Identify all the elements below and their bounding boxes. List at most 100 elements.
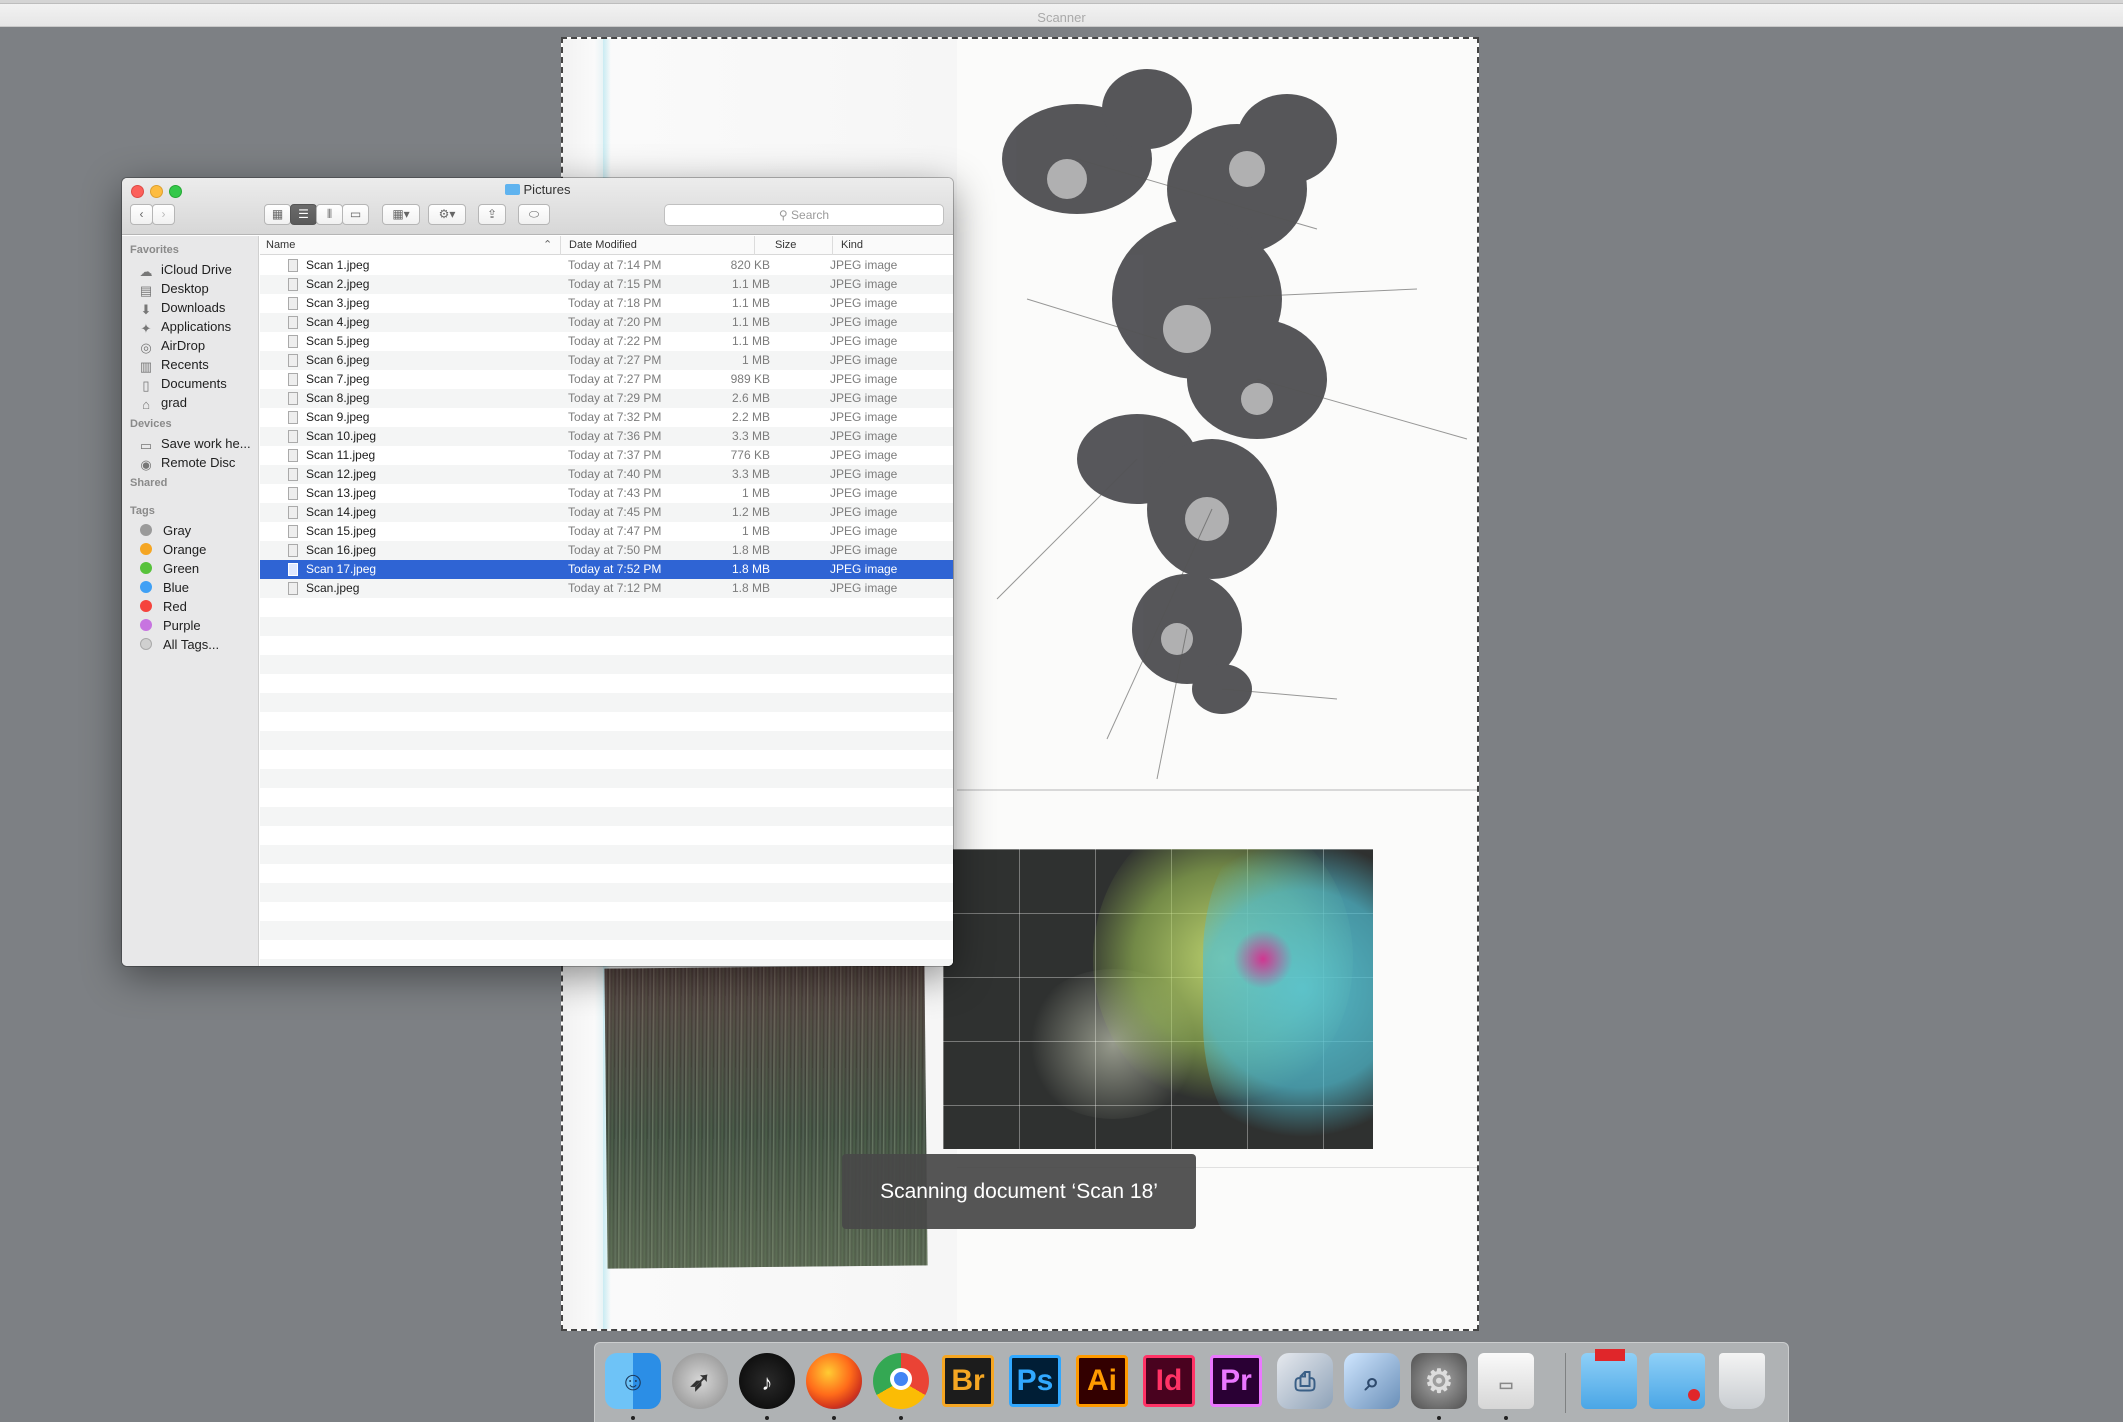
sidebar-item-documents[interactable]: ▯ Documents: [138, 374, 258, 394]
chrome-dock-icon[interactable]: [873, 1353, 929, 1409]
file-row[interactable]: Scan 11.jpeg Today at 7:37 PM 776 KB JPEG i…: [260, 446, 953, 465]
tag-button[interactable]: ⬭: [518, 204, 550, 225]
dashboard-dock-icon[interactable]: ♪: [739, 1353, 795, 1409]
file-name: Scan 17.jpeg: [306, 562, 377, 576]
sidebar-item-downloads[interactable]: ⬇ Downloads: [138, 298, 258, 318]
sidebar-item-home[interactable]: ⌂ grad: [138, 393, 258, 413]
bridge-dock-icon[interactable]: Br: [942, 1355, 994, 1407]
gallery-view-button[interactable]: ▭: [342, 204, 369, 225]
jpeg-file-icon: [288, 544, 298, 557]
file-row[interactable]: Scan 7.jpeg Today at 7:27 PM 989 KB JPEG im…: [260, 370, 953, 389]
file-row[interactable]: Scan 4.jpeg Today at 7:20 PM 1.1 MB JPEG im…: [260, 313, 953, 332]
group-by-button[interactable]: ▦▾: [382, 204, 420, 225]
firefox-dock-icon[interactable]: [806, 1353, 862, 1409]
file-date-modified: Today at 7:27 PM: [568, 372, 662, 386]
file-row[interactable]: Scan 3.jpeg Today at 7:18 PM 1.1 MB JPEG im…: [260, 294, 953, 313]
document-icon: ▯: [142, 378, 150, 393]
file-kind: JPEG image: [830, 524, 898, 538]
columns-icon: ⫴: [326, 207, 333, 221]
tag-dot-icon: [140, 581, 152, 593]
sidebar-tag-red[interactable]: Red: [138, 597, 258, 617]
file-row[interactable]: Scan 2.jpeg Today at 7:15 PM 1.1 MB JPEG im…: [260, 275, 953, 294]
sidebar-tag-green[interactable]: Green: [138, 559, 258, 579]
search-input[interactable]: ⚲ Search: [664, 204, 944, 226]
trash-dock-icon[interactable]: [1719, 1353, 1765, 1409]
file-row[interactable]: Scan 12.jpeg Today at 7:40 PM 3.3 MB JPEG i…: [260, 465, 953, 484]
sidebar-item-recents[interactable]: ▥ Recents: [138, 355, 258, 375]
sidebar-tag-purple[interactable]: Purple: [138, 616, 258, 636]
finder-dock-icon[interactable]: ☺: [605, 1353, 661, 1409]
share-button[interactable]: ⇪: [478, 204, 506, 225]
file-row[interactable]: Scan.jpeg Today at 7:12 PM 1.8 MB JPEG imag…: [260, 579, 953, 598]
sidebar-tag-orange[interactable]: Orange: [138, 540, 258, 560]
jpeg-file-icon: [288, 259, 298, 272]
running-indicator: [1437, 1416, 1441, 1420]
scanner-window-titlebar: Scanner: [0, 0, 2123, 27]
sidebar-item-disk[interactable]: ▭ Save work he...: [138, 434, 258, 454]
file-name: Scan 3.jpeg: [306, 296, 370, 310]
column-view-button[interactable]: ⫴: [316, 204, 343, 225]
photoshop-dock-icon[interactable]: Ps: [1009, 1355, 1061, 1407]
sidebar-item-desktop[interactable]: ▤ Desktop: [138, 279, 258, 299]
file-kind: JPEG image: [830, 258, 898, 272]
file-row[interactable]: Scan 13.jpeg Today at 7:43 PM 1 MB JPEG ima…: [260, 484, 953, 503]
dock: ☺ ➶ ♪ Br Ps Ai Id Pr ⎙ ⌕ ⚙ ▭: [594, 1342, 1789, 1422]
launchpad-dock-icon[interactable]: ➶: [672, 1353, 728, 1409]
file-rows: Scan 1.jpeg Today at 7:14 PM 820 KB JPEG im…: [260, 256, 953, 966]
file-kind: JPEG image: [830, 543, 898, 557]
indesign-dock-icon[interactable]: Id: [1143, 1355, 1195, 1407]
list-view-button[interactable]: ☰: [290, 204, 317, 225]
file-row[interactable]: Scan 15.jpeg Today at 7:47 PM 1 MB JPEG ima…: [260, 522, 953, 541]
sidebar-item-icloud-drive[interactable]: ☁ iCloud Drive: [138, 260, 258, 280]
file-row[interactable]: Scan 8.jpeg Today at 7:29 PM 2.6 MB JPEG im…: [260, 389, 953, 408]
file-row[interactable]: Scan 10.jpeg Today at 7:36 PM 3.3 MB JPEG i…: [260, 427, 953, 446]
tag-dot-icon: [140, 562, 152, 574]
action-button[interactable]: ⚙▾: [428, 204, 466, 225]
list-header: Name ⌃ Date Modified Size Kind: [260, 236, 953, 255]
sidebar-tag-gray[interactable]: Gray: [138, 521, 258, 541]
file-date-modified: Today at 7:32 PM: [568, 410, 662, 424]
file-row[interactable]: Scan 9.jpeg Today at 7:32 PM 2.2 MB JPEG im…: [260, 408, 953, 427]
image-capture-dock-icon[interactable]: ⎙: [1277, 1353, 1333, 1409]
jpeg-file-icon: [288, 563, 298, 576]
file-name: Scan 15.jpeg: [306, 524, 377, 538]
file-row[interactable]: Scan 16.jpeg Today at 7:50 PM 1.8 MB JPEG i…: [260, 541, 953, 560]
column-header-size[interactable]: Size: [775, 239, 796, 251]
sidebar-item-remote-disc[interactable]: ◉ Remote Disc: [138, 453, 258, 473]
premiere-dock-icon[interactable]: Pr: [1210, 1355, 1262, 1407]
file-name: Scan 6.jpeg: [306, 353, 370, 367]
sidebar-item-airdrop[interactable]: ◎ AirDrop: [138, 336, 258, 356]
icon-view-button[interactable]: ▦: [264, 204, 291, 225]
file-date-modified: Today at 7:29 PM: [568, 391, 662, 405]
sidebar-tag-blue[interactable]: Blue: [138, 578, 258, 598]
downloads-folder-dock-icon[interactable]: [1649, 1353, 1705, 1409]
finder-window[interactable]: Pictures ‹ › ▦ ☰ ⫴ ▭ ▦▾ ⚙▾ ⇪ ⬭ ⚲ Search …: [122, 178, 953, 966]
file-row[interactable]: Scan 5.jpeg Today at 7:22 PM 1.1 MB JPEG im…: [260, 332, 953, 351]
disc-icon: ◉: [140, 457, 152, 472]
desktop-icon: ▤: [139, 283, 153, 298]
preview-dock-icon[interactable]: ⌕: [1344, 1353, 1400, 1409]
scanned-photo-scatter: [943, 849, 1373, 1149]
file-list[interactable]: Name ⌃ Date Modified Size Kind Scan 1.jp…: [260, 236, 953, 966]
sidebar-tag-all[interactable]: All Tags...: [138, 635, 258, 655]
file-kind: JPEG image: [830, 486, 898, 500]
file-row[interactable]: Scan 6.jpeg Today at 7:27 PM 1 MB JPEG imag…: [260, 351, 953, 370]
illustrator-dock-icon[interactable]: Ai: [1076, 1355, 1128, 1407]
forward-button[interactable]: ›: [152, 204, 175, 225]
file-row[interactable]: Scan 14.jpeg Today at 7:45 PM 1.2 MB JPEG i…: [260, 503, 953, 522]
system-preferences-dock-icon[interactable]: ⚙: [1411, 1353, 1467, 1409]
drive-dock-icon[interactable]: ▭: [1478, 1353, 1534, 1409]
column-header-kind[interactable]: Kind: [841, 239, 863, 251]
column-header-name[interactable]: Name: [266, 239, 295, 251]
jpeg-file-icon: [288, 430, 298, 443]
folder-icon: [504, 184, 520, 195]
back-button[interactable]: ‹: [130, 204, 153, 225]
file-size: 1 MB: [741, 524, 770, 538]
column-header-date-modified[interactable]: Date Modified: [569, 239, 637, 251]
file-row[interactable]: Scan 17.jpeg Today at 7:52 PM 1.8 MB JPEG i…: [260, 560, 953, 579]
finder-titlebar[interactable]: Pictures ‹ › ▦ ☰ ⫴ ▭ ▦▾ ⚙▾ ⇪ ⬭ ⚲ Search: [122, 178, 953, 235]
scanning-status-toast: Scanning document ‘Scan 18’: [842, 1154, 1196, 1229]
file-row[interactable]: Scan 1.jpeg Today at 7:14 PM 820 KB JPEG im…: [260, 256, 953, 275]
folder-dock-icon[interactable]: [1581, 1349, 1637, 1409]
sidebar-item-applications[interactable]: ✦ Applications: [138, 317, 258, 337]
